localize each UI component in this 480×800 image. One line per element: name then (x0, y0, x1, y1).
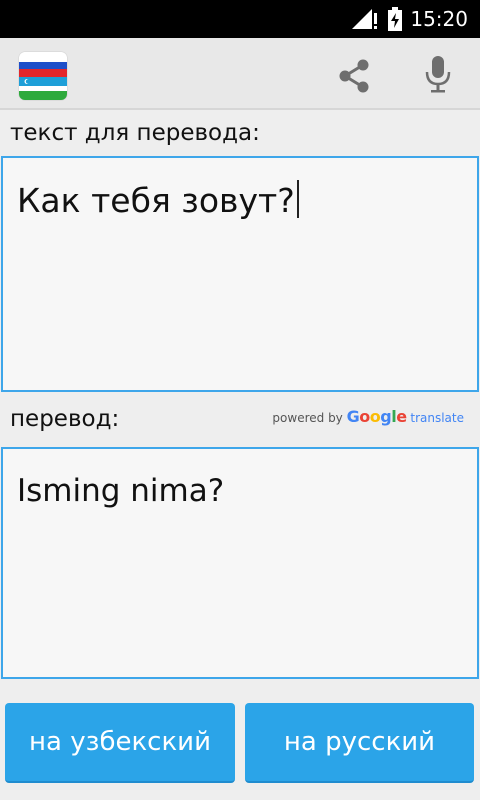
source-text-input[interactable]: Как тебя зовут? (1, 156, 479, 392)
mic-icon (425, 56, 451, 93)
source-label: текст для перевода: (10, 120, 260, 146)
powered-by-google-translate: powered by Google translate (272, 407, 464, 426)
translate-to-uzbek-button[interactable]: на узбекский (5, 703, 235, 783)
text-cursor (296, 180, 299, 218)
status-time: 15:20 (410, 7, 468, 31)
mic-button[interactable] (420, 54, 456, 94)
app-bar (0, 38, 480, 110)
translation-label: перевод: (10, 406, 120, 432)
translate-to-russian-button[interactable]: на русский (245, 703, 474, 783)
flag-ru-uz-icon[interactable] (19, 52, 67, 100)
powered-by-text: powered by (272, 411, 343, 425)
share-icon (339, 59, 369, 93)
translate-text: translate (410, 411, 464, 425)
translation-text: Isming nima? (17, 473, 225, 509)
signal-icon (352, 9, 377, 29)
battery-charging-icon (388, 7, 402, 31)
share-button[interactable] (334, 56, 374, 96)
google-logo-text: Google (346, 407, 407, 426)
status-bar: 15:20 (0, 0, 480, 38)
source-text: Как тебя зовут? (17, 181, 295, 220)
translation-output[interactable]: Isming nima? (1, 447, 479, 679)
